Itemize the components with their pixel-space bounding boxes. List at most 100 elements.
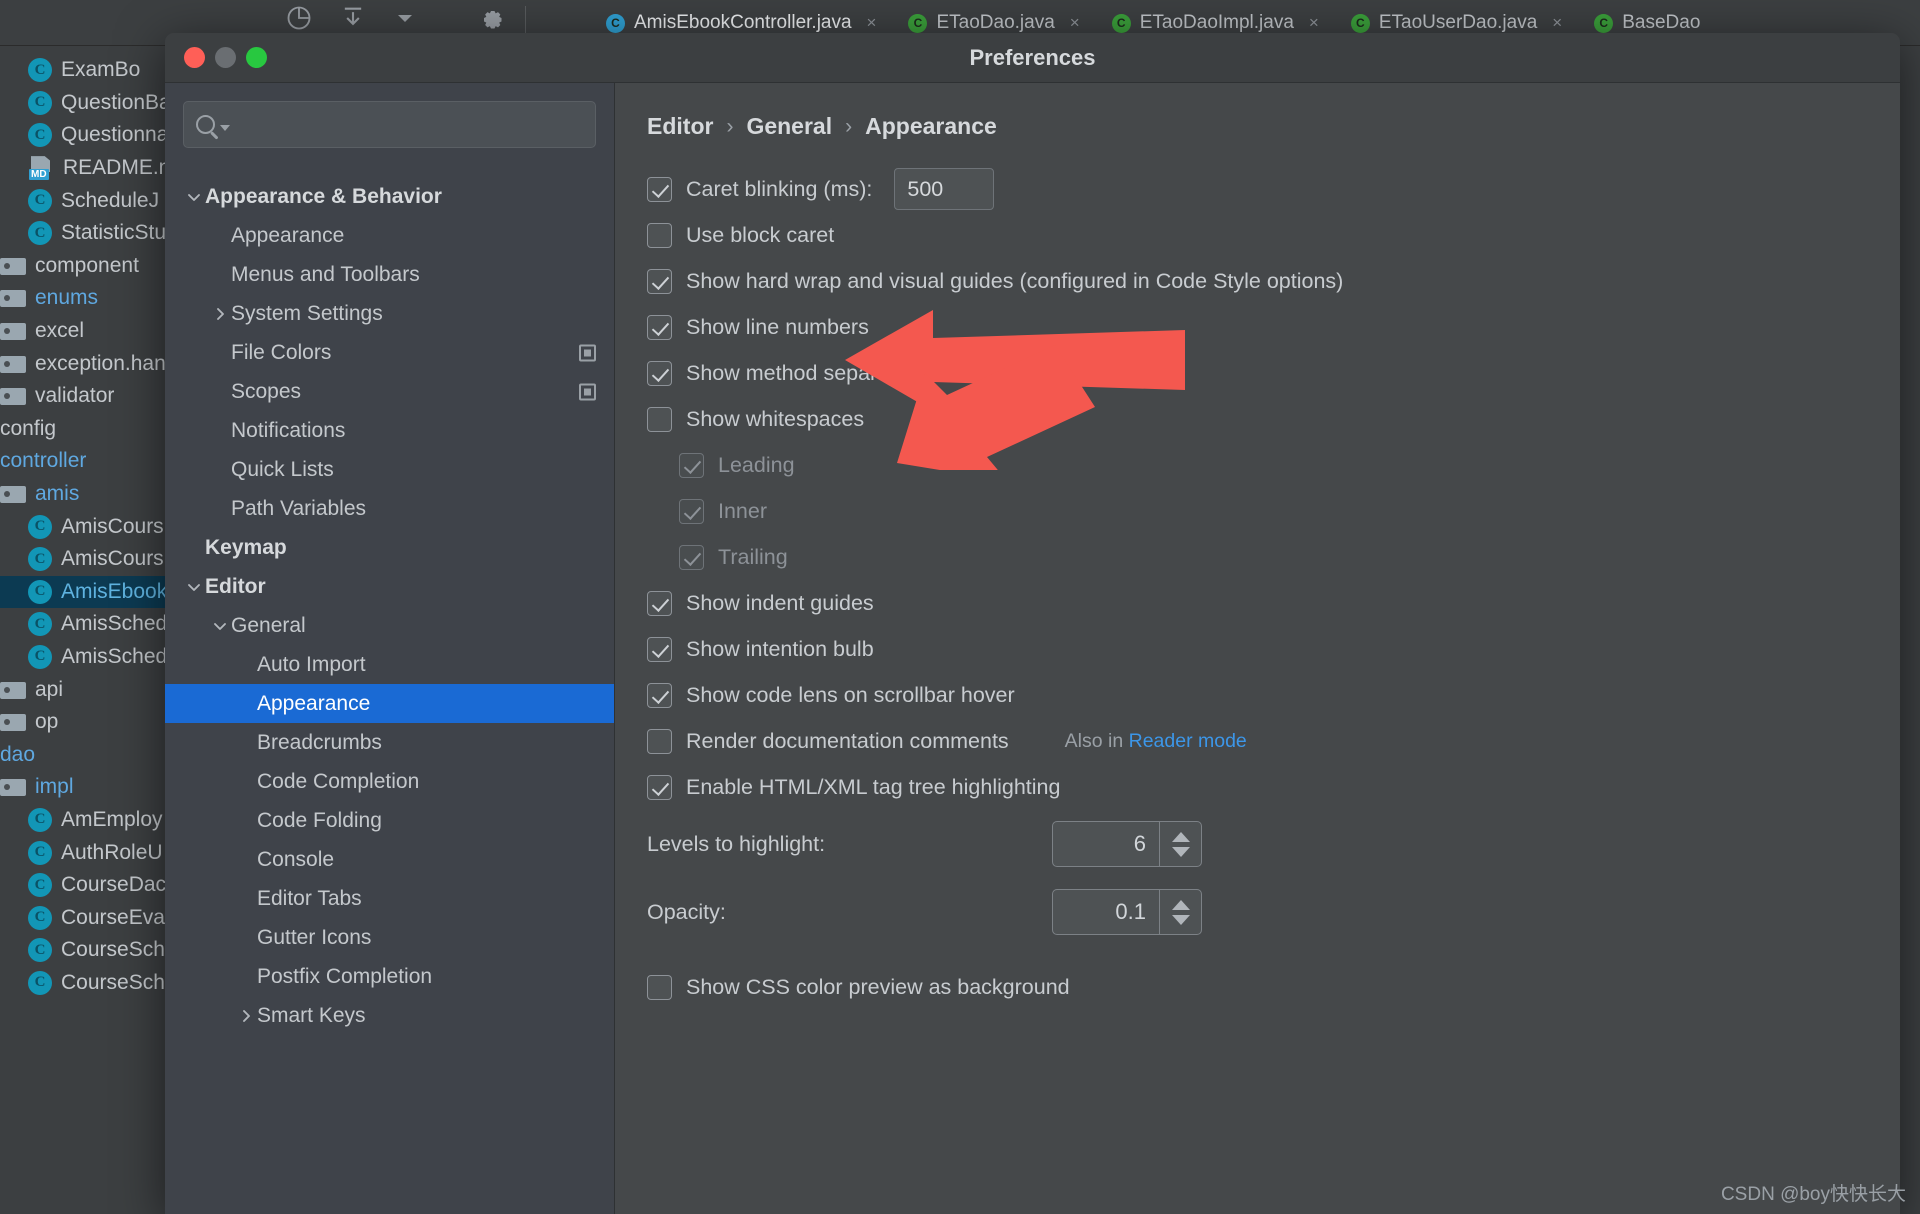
settings-tree-item[interactable]: Notifications <box>165 411 614 450</box>
stepper-increment-icon[interactable] <box>1171 831 1190 842</box>
checkbox-checked-icon[interactable] <box>679 452 704 478</box>
project-tree-item-label: validator <box>35 384 115 408</box>
chevron-down-icon[interactable] <box>220 124 230 131</box>
option-row[interactable]: Show CSS color preview as background <box>647 964 1900 1010</box>
settings-tree-item-label: Smart Keys <box>257 1003 366 1027</box>
stepper-decrement-icon[interactable] <box>1171 914 1190 925</box>
number-stepper[interactable]: 0.1 <box>1052 889 1202 935</box>
stepper-value[interactable]: 6 <box>1053 822 1159 866</box>
settings-tree-item[interactable]: Code Folding <box>165 801 614 840</box>
option-row[interactable]: Show hard wrap and visual guides (config… <box>647 258 1900 304</box>
close-icon[interactable]: × <box>1309 13 1319 33</box>
checkbox-checked-icon[interactable] <box>647 268 672 294</box>
settings-tree-item[interactable]: Keymap <box>165 528 614 567</box>
settings-tree-item[interactable]: Appearance <box>165 216 614 255</box>
checkbox-checked-icon[interactable] <box>647 360 672 386</box>
settings-tree-item[interactable]: System Settings <box>165 294 614 333</box>
checkbox-checked-icon[interactable] <box>647 590 672 616</box>
settings-tree-item-label: Editor <box>205 574 266 598</box>
settings-tree-item[interactable]: Gutter Icons <box>165 918 614 957</box>
chevron-right-icon[interactable] <box>235 1008 257 1024</box>
checkbox-checked-icon[interactable] <box>647 636 672 662</box>
settings-tree-item[interactable]: Path Variables <box>165 489 614 528</box>
checkbox-checked-icon[interactable] <box>647 682 672 708</box>
also-in-reader-mode-note: Also in Reader mode <box>1065 730 1247 753</box>
stepper-decrement-icon[interactable] <box>1171 846 1190 857</box>
settings-tree-item[interactable]: Quick Lists <box>165 450 614 489</box>
close-icon[interactable]: × <box>1070 13 1080 33</box>
settings-tree-item[interactable]: Appearance & Behavior <box>165 177 614 216</box>
class-icon: C <box>28 58 52 83</box>
option-row[interactable]: Show method separators <box>647 350 1900 396</box>
also-in-prefix: Also in <box>1064 729 1129 752</box>
stepper-increment-icon[interactable] <box>1171 899 1190 910</box>
project-tree-item-label: exception.han <box>35 351 166 375</box>
checkbox-checked-icon[interactable] <box>647 314 672 340</box>
number-stepper[interactable]: 6 <box>1052 821 1202 867</box>
checkbox-unchecked-icon[interactable] <box>647 406 672 432</box>
settings-tree-item-label: Appearance & Behavior <box>205 184 442 208</box>
checkbox-checked-icon[interactable] <box>647 774 672 800</box>
breadcrumb-root[interactable]: Editor <box>647 113 713 140</box>
settings-tree-item[interactable]: Smart Keys <box>165 996 614 1035</box>
option-row[interactable]: Show indent guides <box>647 580 1900 626</box>
option-row[interactable]: Render documentation comments Also in Rea… <box>647 718 1900 764</box>
folder-icon <box>0 712 26 732</box>
settings-tree-item-label: Console <box>257 847 335 871</box>
option-row[interactable]: Leading <box>679 442 1900 488</box>
settings-tree-item[interactable]: Appearance <box>165 684 614 723</box>
option-row[interactable]: Show line numbers <box>647 304 1900 350</box>
close-icon[interactable]: × <box>1552 13 1562 33</box>
settings-tree-item[interactable]: Console <box>165 840 614 879</box>
settings-tree[interactable]: Appearance & Behavior Appearance Menus and… <box>165 177 614 1035</box>
spinner-label: Levels to highlight: <box>647 831 826 856</box>
search-input[interactable] <box>235 113 583 136</box>
chevron-right-icon[interactable] <box>209 306 231 322</box>
option-row[interactable]: Show code lens on scrollbar hover <box>647 672 1900 718</box>
settings-tree-item[interactable]: Editor <box>165 567 614 606</box>
java-class-icon: C <box>606 13 625 33</box>
settings-tree-item[interactable]: Postfix Completion <box>165 957 614 996</box>
option-row[interactable]: Use block caret <box>647 212 1900 258</box>
settings-tree-item[interactable]: Auto Import <box>165 645 614 684</box>
config-square-icon[interactable] <box>579 383 596 400</box>
checkbox-unchecked-icon[interactable] <box>647 222 672 248</box>
option-row[interactable]: Inner <box>679 488 1900 534</box>
settings-tree-item[interactable]: Breadcrumbs <box>165 723 614 762</box>
close-icon[interactable]: × <box>867 13 877 33</box>
settings-tree-item-label: Appearance <box>231 223 345 247</box>
checkbox-checked-icon[interactable] <box>679 544 704 570</box>
checkbox-checked-icon[interactable] <box>679 498 704 524</box>
settings-tree-item[interactable]: Menus and Toolbars <box>165 255 614 294</box>
chevron-down-icon[interactable] <box>393 6 417 35</box>
folder-icon <box>0 680 26 700</box>
option-row[interactable]: Show intention bulb <box>647 626 1900 672</box>
settings-tree-item[interactable]: Editor Tabs <box>165 879 614 918</box>
option-row[interactable]: Trailing <box>679 534 1900 580</box>
settings-tree-item-label: Path Variables <box>231 496 367 520</box>
chevron-down-icon[interactable] <box>209 618 231 634</box>
reader-mode-link[interactable]: Reader mode <box>1129 730 1247 752</box>
settings-tree-item[interactable]: Scopes <box>165 372 614 411</box>
checkbox-checked-icon[interactable] <box>647 176 672 202</box>
search-box[interactable] <box>183 101 596 148</box>
breadcrumb-mid[interactable]: General <box>746 113 832 140</box>
settings-tree-item[interactable]: File Colors <box>165 333 614 372</box>
chevron-down-icon[interactable] <box>183 189 205 205</box>
option-row[interactable]: Caret blinking (ms): 500 <box>647 166 1900 212</box>
settings-tree-item[interactable]: General <box>165 606 614 645</box>
config-square-icon[interactable] <box>579 344 596 361</box>
option-row[interactable]: Show whitespaces <box>647 396 1900 442</box>
chevron-down-icon[interactable] <box>183 579 205 595</box>
stepper-value[interactable]: 0.1 <box>1053 890 1159 934</box>
settings-tree-item-label: Gutter Icons <box>257 925 372 949</box>
class-icon: C <box>28 90 52 115</box>
project-tree-item-label: CourseSch <box>61 938 165 962</box>
project-tree-item-label: AmisEbook <box>61 579 168 603</box>
checkbox-unchecked-icon[interactable] <box>647 728 672 754</box>
settings-tree-item[interactable]: Code Completion <box>165 762 614 801</box>
option-label: Show method separators <box>686 360 926 385</box>
option-row[interactable]: Enable HTML/XML tag tree highlighting <box>647 764 1900 810</box>
caret-blinking-input[interactable]: 500 <box>894 168 995 210</box>
checkbox-unchecked-icon[interactable] <box>647 974 672 1000</box>
